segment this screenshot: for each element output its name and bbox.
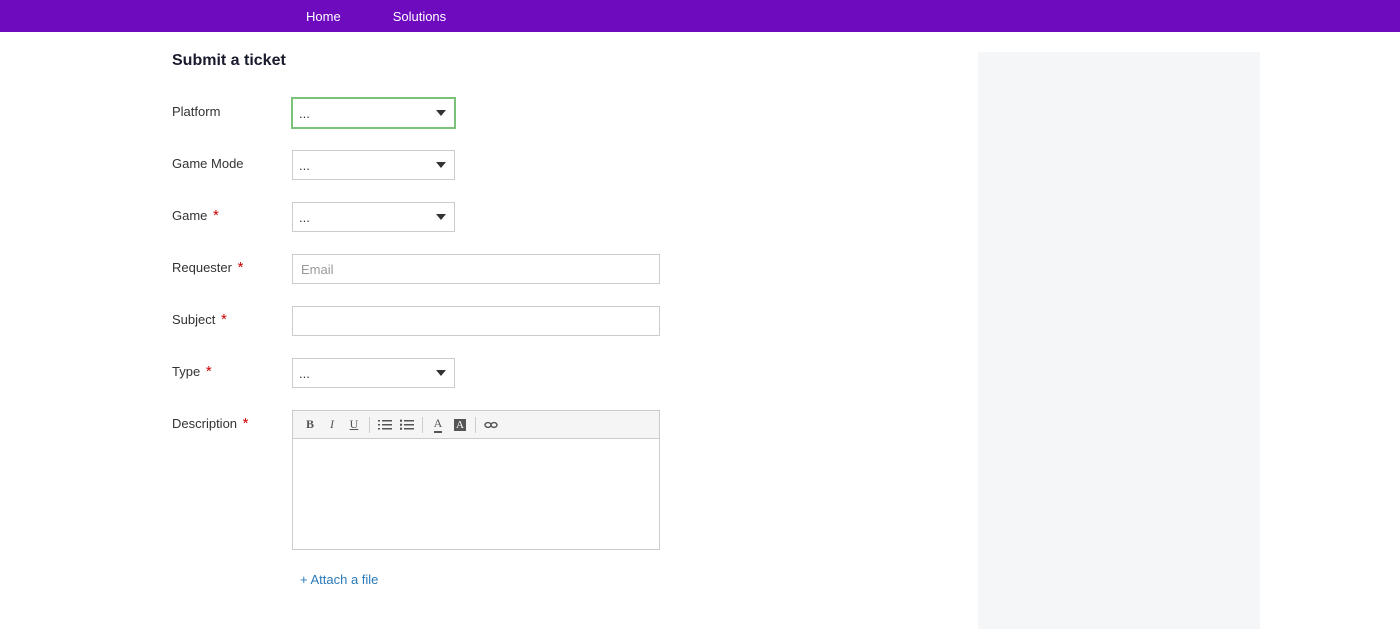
right-sidebar — [978, 52, 1260, 629]
top-nav: Home Solutions — [0, 0, 1400, 32]
unordered-list-icon[interactable] — [396, 414, 418, 436]
bg-color-icon[interactable]: A — [449, 414, 471, 436]
underline-icon[interactable]: U — [343, 414, 365, 436]
input-subject[interactable] — [292, 306, 660, 336]
required-marker: * — [243, 415, 249, 432]
required-marker: * — [238, 259, 244, 276]
nav-home[interactable]: Home — [306, 9, 341, 24]
form-container: Submit a ticket Platform ... Game Mode .… — [140, 32, 978, 629]
editor-toolbar: B I U A A — [293, 411, 659, 439]
label-platform: Platform — [172, 98, 292, 119]
select-game[interactable]: ... — [292, 202, 455, 232]
ordered-list-icon[interactable] — [374, 414, 396, 436]
toolbar-separator — [475, 417, 476, 433]
select-game-mode[interactable]: ... — [292, 150, 455, 180]
toolbar-separator — [422, 417, 423, 433]
label-description: Description * — [172, 410, 292, 431]
text-color-icon[interactable]: A — [427, 414, 449, 436]
attach-file-link[interactable]: + Attach a file — [292, 572, 378, 587]
label-game-mode: Game Mode — [172, 150, 292, 171]
label-type: Type * — [172, 358, 292, 379]
select-type[interactable]: ... — [292, 358, 455, 388]
nav-solutions[interactable]: Solutions — [393, 9, 446, 24]
italic-icon[interactable]: I — [321, 414, 343, 436]
required-marker: * — [221, 311, 227, 328]
page-title: Submit a ticket — [172, 52, 948, 70]
editor-body[interactable] — [293, 439, 659, 549]
required-marker: * — [213, 207, 219, 224]
label-game: Game * — [172, 202, 292, 223]
toolbar-separator — [369, 417, 370, 433]
rich-text-editor: B I U A A — [292, 410, 660, 550]
label-subject: Subject * — [172, 306, 292, 327]
bold-icon[interactable]: B — [299, 414, 321, 436]
link-icon[interactable] — [480, 414, 502, 436]
input-requester[interactable] — [292, 254, 660, 284]
select-platform[interactable]: ... — [292, 98, 455, 128]
label-requester: Requester * — [172, 254, 292, 275]
required-marker: * — [206, 363, 212, 380]
